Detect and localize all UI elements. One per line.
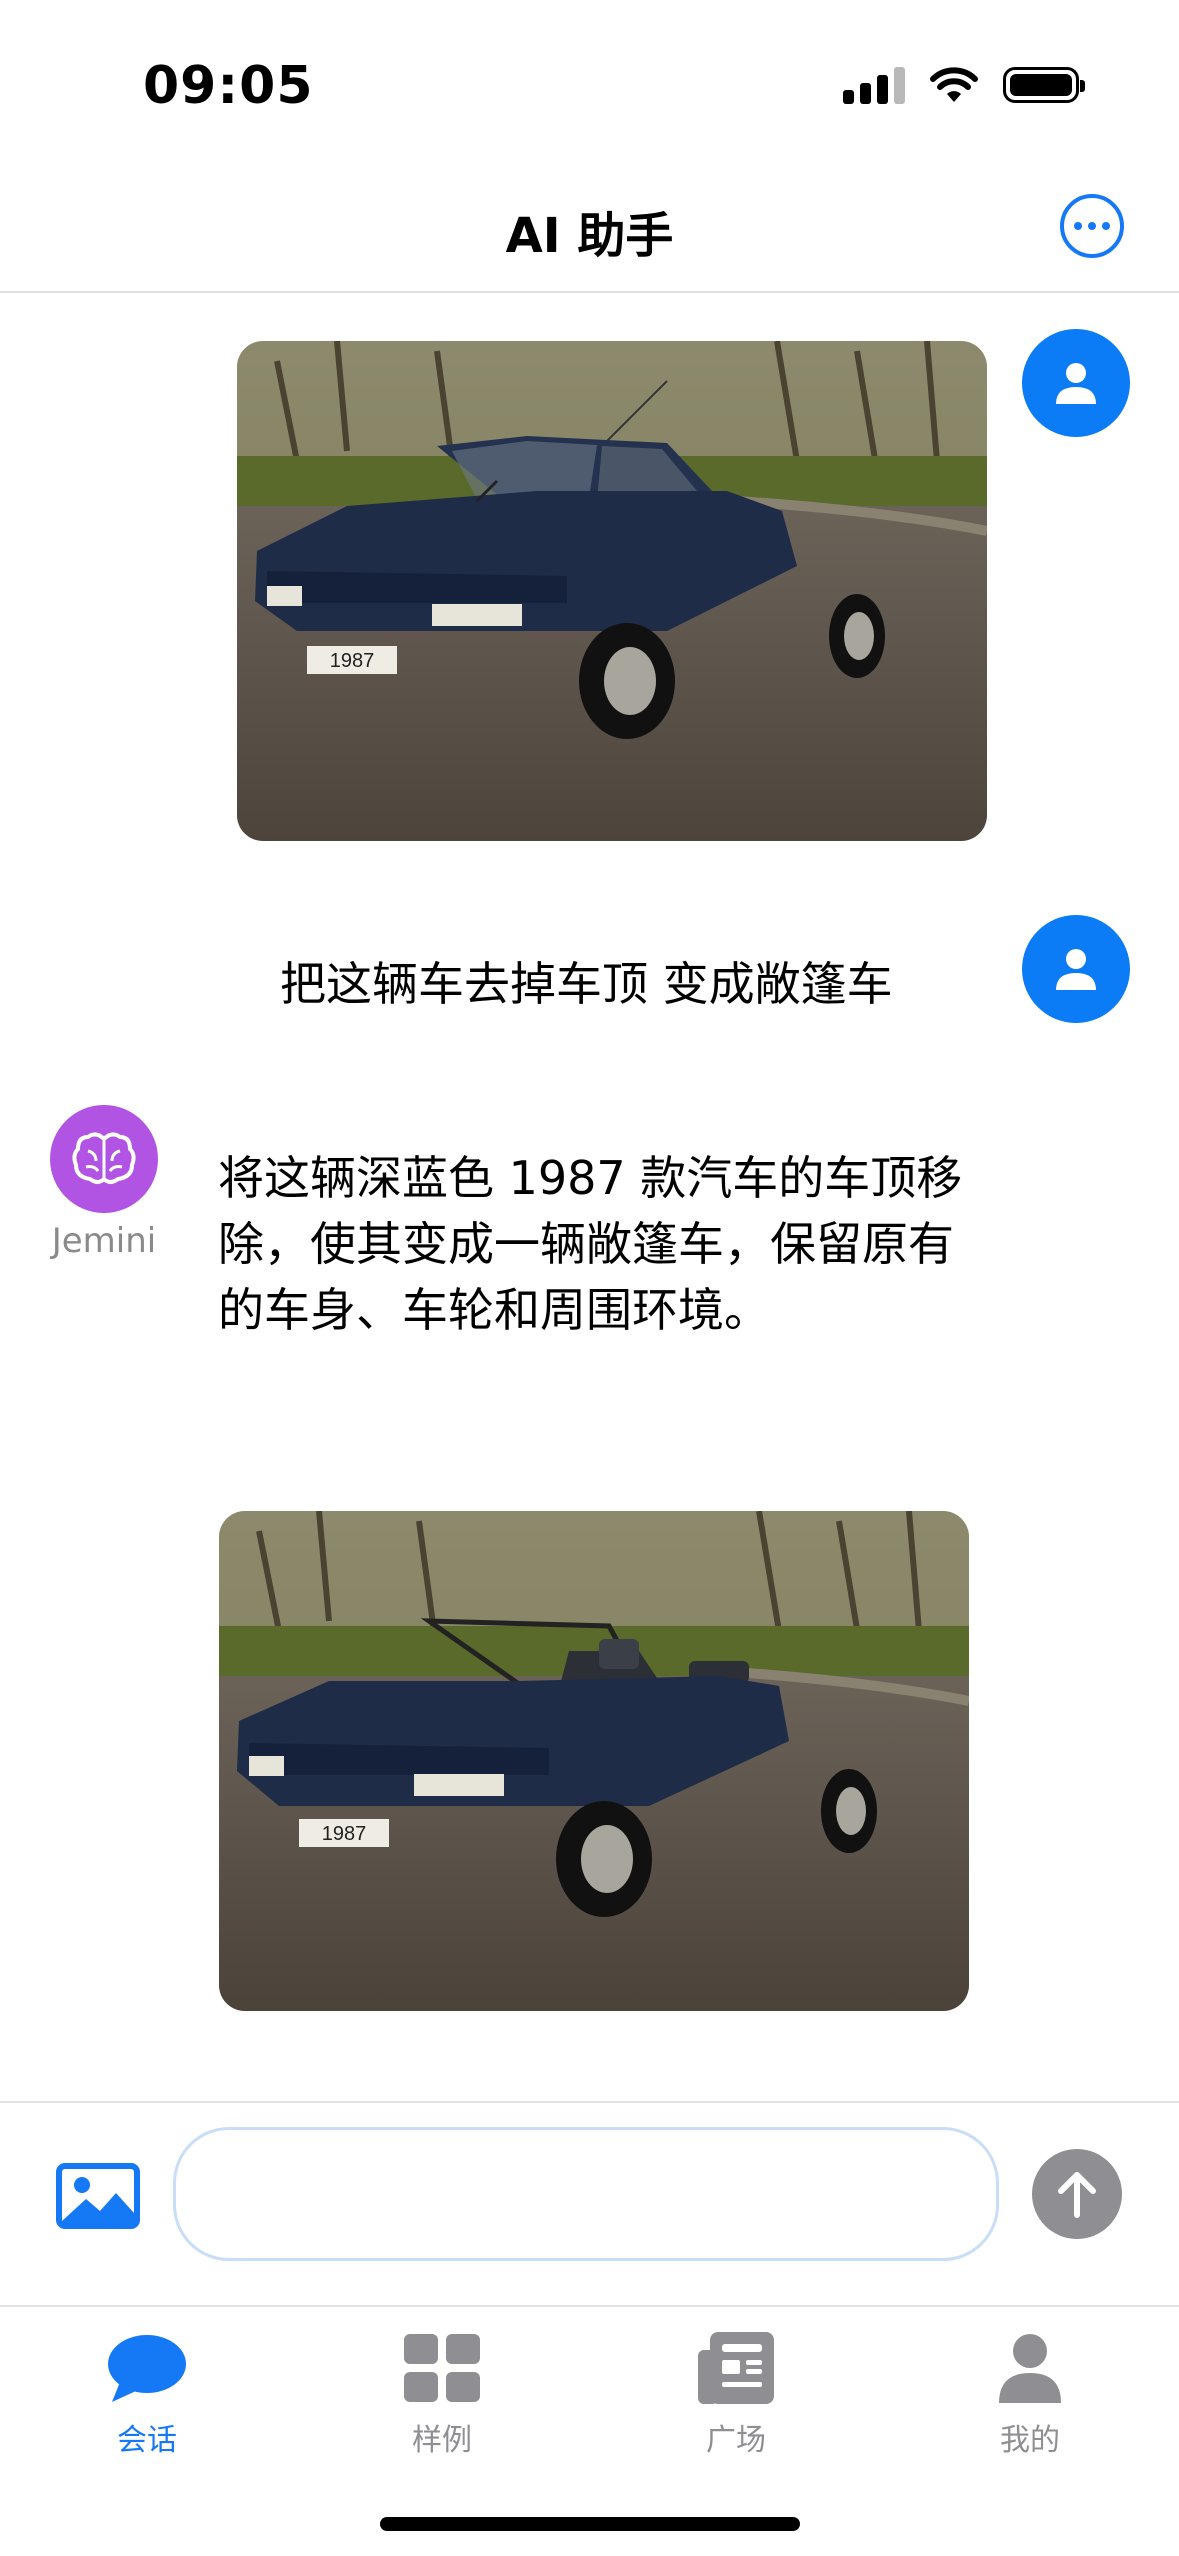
convertible-car-photo: 1987 (219, 1511, 969, 2011)
user-avatar[interactable] (1022, 915, 1130, 1023)
battery-icon (1003, 67, 1085, 103)
plate-text: 1987 (330, 650, 375, 672)
home-indicator[interactable] (380, 2517, 800, 2531)
more-options-button[interactable] (1060, 194, 1124, 258)
more-dot-icon (1074, 222, 1082, 230)
wifi-icon (930, 67, 978, 102)
status-icons (843, 66, 1085, 104)
arrow-up-icon (1058, 2172, 1096, 2218)
nav-header: AI 助手 (0, 160, 1179, 293)
brain-icon (72, 1132, 136, 1184)
bot-name: Jemini (51, 1221, 157, 1261)
send-button[interactable] (1032, 2149, 1122, 2239)
page-title: AI 助手 (505, 208, 674, 264)
chat-area[interactable]: 1987 把这辆车去掉车顶 变成敞篷车 Jemini 将这辆深蓝色 1987 款… (0, 293, 1179, 2101)
car-photo: 1987 (237, 341, 987, 841)
bot-generated-image[interactable]: 1987 (219, 1511, 969, 2011)
bot-message: 将这辆深蓝色 1987 款汽车的车顶移除，使其变成一辆敞篷车，保留原有的车身、车… (218, 1151, 963, 1337)
tab-chat-label: 会话 (117, 2423, 177, 2458)
more-dot-icon (1102, 222, 1110, 230)
user-message: 把这辆车去掉车顶 变成敞篷车 (280, 957, 893, 1011)
tab-plaza-label: 广场 (706, 2423, 766, 2458)
message-input[interactable] (173, 2127, 999, 2261)
more-dot-icon (1088, 222, 1096, 230)
grid-icon (404, 2334, 480, 2402)
user-sent-image[interactable]: 1987 (237, 341, 987, 841)
bot-avatar[interactable] (50, 1105, 158, 1213)
tab-chat[interactable]: 会话 (67, 2329, 227, 2459)
cellular-signal-icon (843, 66, 905, 104)
input-bar (0, 2101, 1179, 2307)
status-bar: 09:05 (0, 0, 1179, 160)
newspaper-icon (698, 2332, 774, 2404)
tab-examples[interactable]: 样例 (362, 2329, 522, 2459)
person-icon (1056, 363, 1096, 404)
person-icon (999, 2334, 1061, 2403)
image-picker-icon[interactable] (56, 2163, 140, 2229)
chat-bubble-icon (108, 2335, 186, 2402)
user-avatar[interactable] (1022, 329, 1130, 437)
tab-profile-label: 我的 (1000, 2423, 1060, 2458)
tab-examples-label: 样例 (412, 2423, 472, 2458)
status-time: 09:05 (143, 56, 314, 116)
tab-profile[interactable]: 我的 (950, 2329, 1110, 2459)
person-icon (1056, 949, 1096, 990)
tab-plaza[interactable]: 广场 (656, 2329, 816, 2459)
plate-text: 1987 (322, 1823, 367, 1845)
